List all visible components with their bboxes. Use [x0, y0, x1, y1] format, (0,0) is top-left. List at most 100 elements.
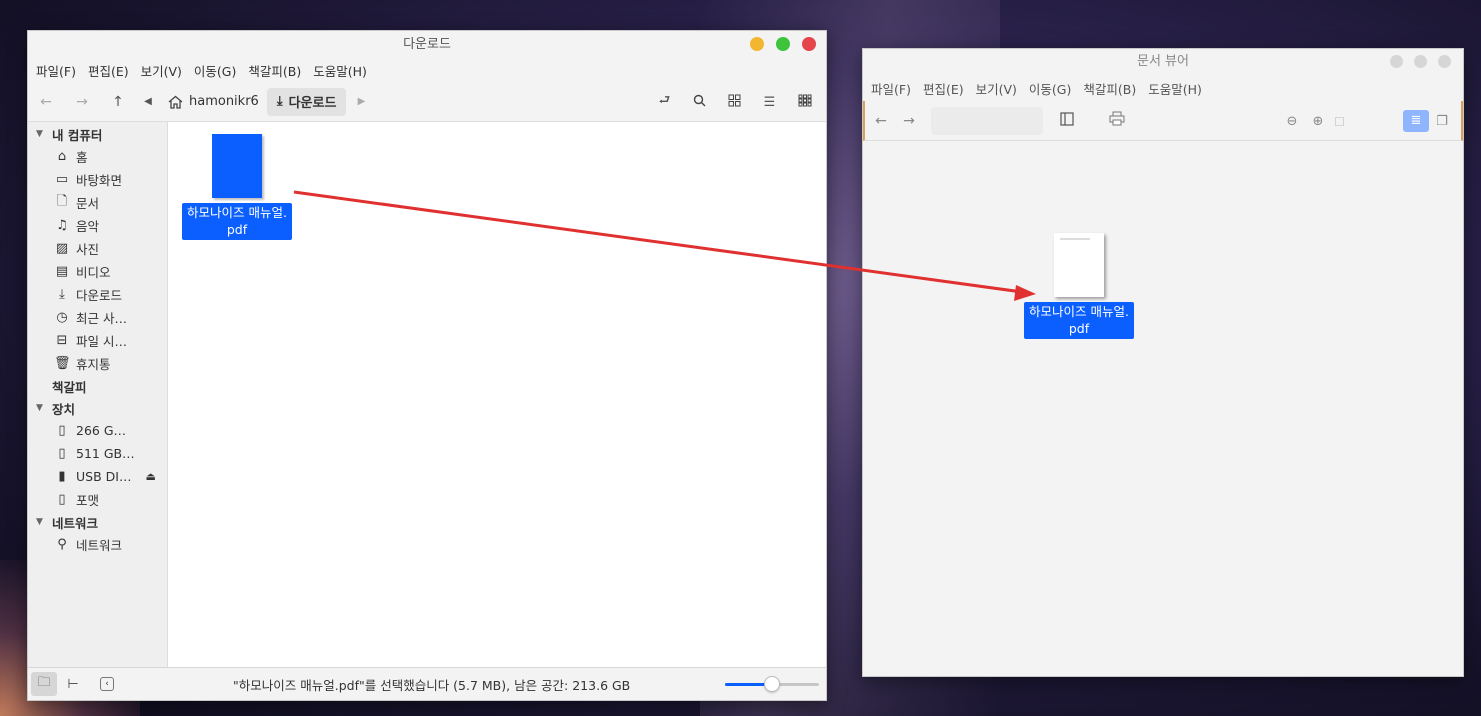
sidebar: ▼ 내 컴퓨터 ⌂ 홈 ▭ 바탕화면 🗋 문서 ♫ 음악 ▨ 사진 ▤ 비디오 … [28, 122, 168, 667]
sidebar-header-label: 장치 [52, 401, 76, 417]
print-icon[interactable] [1101, 111, 1133, 130]
close-button[interactable] [1438, 55, 1451, 68]
sidebar-item-documents[interactable]: 🗋 문서 [28, 191, 167, 214]
sidebar-section-network[interactable]: ▼ 네트워크 [28, 511, 167, 533]
sidebar-item-label: 최근 사… [76, 311, 127, 326]
sidebar-toggle-icon[interactable] [1051, 111, 1083, 130]
next-page-icon[interactable]: → [895, 113, 923, 129]
breadcrumb-current-label: 다운로드 [288, 96, 337, 111]
menu-file[interactable]: 파일(F) [865, 79, 917, 98]
icon-view-icon[interactable] [717, 94, 752, 111]
statusbar: 🗀 ⊢ ‹ "하모나이즈 매뉴얼.pdf"를 선택했습니다 (5.7 MB), … [28, 667, 826, 700]
file-manager-titlebar[interactable]: 다운로드 [28, 31, 826, 58]
sidebar-item-device-format[interactable]: ▯ 포맷 [28, 488, 167, 511]
menu-view[interactable]: 보기(V) [135, 61, 188, 80]
file-manager-toolbar: ← → ↑ ◀ hamonikr6 ⤓ 다운로드 ▶ ⮐ ☰ [28, 82, 826, 122]
sidebar-item-label: 홈 [76, 150, 88, 165]
close-button[interactable] [802, 37, 816, 51]
maximize-button[interactable] [1414, 55, 1427, 68]
sidebar-item-home[interactable]: ⌂ 홈 [28, 145, 167, 168]
sidebar-item-recent[interactable]: ◷ 최근 사… [28, 306, 167, 329]
sidebar-item-network[interactable]: ⚲ 네트워크 [28, 533, 167, 556]
zoom-in-icon[interactable]: ⊕ [1305, 114, 1331, 129]
search-icon[interactable] [682, 94, 717, 111]
document-viewer-toolbar: ← → ⊖ ⊕ ⃞ ≣ ❐ [863, 101, 1463, 141]
file-view[interactable]: 하모나이즈 매뉴얼. pdf [168, 122, 826, 667]
up-arrow-icon[interactable]: ↑ [100, 94, 136, 110]
home-icon [168, 95, 183, 109]
sidebar-item-device-2[interactable]: ▯ 511 GB… [28, 442, 167, 465]
actual-size-icon[interactable]: ⃞ [1331, 115, 1357, 128]
drive-icon: ▯ [58, 446, 66, 461]
compact-view-icon[interactable] [787, 94, 822, 111]
sidebar-item-label: 포맷 [76, 493, 100, 508]
breadcrumb-home[interactable]: hamonikr6 [160, 94, 267, 109]
sidebar-item-label: 511 GB… [76, 446, 135, 461]
document-area[interactable]: 하모나이즈 매뉴얼. pdf [863, 142, 1463, 676]
download-icon: ⤓ [276, 94, 283, 109]
menu-help[interactable]: 도움말(H) [307, 61, 373, 80]
sidebar-item-filesystem[interactable]: ⊟ 파일 시… [28, 329, 167, 352]
sidebar-item-usb[interactable]: ▮ USB DI… ⏏ [28, 465, 167, 488]
previous-page-icon[interactable]: ← [867, 113, 895, 129]
menu-help[interactable]: 도움말(H) [1142, 79, 1208, 98]
sidebar-header-label: 네트워크 [52, 515, 99, 531]
back-arrow-icon[interactable]: ← [28, 94, 64, 110]
sidebar-item-label: 파일 시… [76, 334, 127, 349]
document-viewer-window: 문서 뷰어 파일(F) 편집(E) 보기(V) 이동(G) 책갈피(B) 도움말… [862, 48, 1464, 677]
sidebar-section-computer[interactable]: ▼ 내 컴퓨터 [28, 123, 167, 145]
sidebar-item-music[interactable]: ♫ 음악 [28, 214, 167, 237]
document-viewer-titlebar[interactable]: 문서 뷰어 [863, 49, 1463, 75]
home-icon: ⌂ [57, 149, 67, 164]
drive-icon: ▯ [58, 423, 66, 438]
breadcrumb-current[interactable]: ⤓ 다운로드 [266, 87, 347, 116]
file-item[interactable]: 하모나이즈 매뉴얼. pdf [182, 134, 292, 240]
sidebar-section-bookmarks[interactable]: 책갈피 [28, 375, 167, 397]
desktop-icon: ▭ [55, 172, 69, 187]
usb-icon: ▮ [58, 469, 66, 484]
zoom-slider-handle[interactable] [764, 676, 780, 692]
menu-edit[interactable]: 편집(E) [82, 61, 135, 80]
sidebar-item-downloads[interactable]: ⤓ 다운로드 [28, 283, 167, 306]
recent-icon: ◷ [56, 310, 68, 325]
tree-pane-icon[interactable]: ⊢ [60, 672, 86, 696]
zoom-out-icon[interactable]: ⊖ [1279, 114, 1305, 129]
hide-sidebar-icon[interactable]: ‹ [100, 677, 114, 691]
toggle-location-icon[interactable]: ⮐ [647, 91, 682, 113]
minimize-button[interactable] [750, 37, 764, 51]
pdf-file-icon [212, 134, 262, 198]
sidebar-item-device-1[interactable]: ▯ 266 G… [28, 419, 167, 442]
menu-go[interactable]: 이동(G) [188, 61, 242, 80]
sidebar-item-label: 바탕화면 [76, 173, 123, 188]
sidebar-item-trash[interactable]: 🗑 휴지통 [28, 352, 167, 375]
menu-bookmarks[interactable]: 책갈피(B) [1077, 79, 1142, 98]
maximize-button[interactable] [776, 37, 790, 51]
menu-edit[interactable]: 편집(E) [917, 79, 970, 98]
expand-triangle-icon: ▼ [36, 129, 43, 139]
download-icon: ⤓ [59, 287, 65, 302]
window-title: 문서 뷰어 [1137, 54, 1189, 69]
continuous-mode-icon[interactable]: ≣ [1403, 110, 1429, 132]
minimize-button[interactable] [1390, 55, 1403, 68]
sidebar-section-devices[interactable]: ▼ 장치 [28, 397, 167, 419]
menu-file[interactable]: 파일(F) [30, 61, 82, 80]
path-right-icon[interactable]: ▶ [346, 96, 376, 107]
forward-arrow-icon[interactable]: → [64, 94, 100, 110]
page-number-field[interactable] [931, 106, 1043, 135]
sidebar-item-desktop[interactable]: ▭ 바탕화면 [28, 168, 167, 191]
window-title: 다운로드 [403, 37, 451, 52]
menu-bookmarks[interactable]: 책갈피(B) [242, 61, 307, 80]
sidebar-item-videos[interactable]: ▤ 비디오 [28, 260, 167, 283]
sidebar-item-pictures[interactable]: ▨ 사진 [28, 237, 167, 260]
music-icon: ♫ [56, 218, 68, 233]
path-left-icon[interactable]: ◀ [136, 96, 160, 107]
dual-page-icon[interactable]: ❐ [1429, 114, 1455, 129]
file-name-label: 하모나이즈 매뉴얼. pdf [182, 203, 292, 240]
list-view-icon[interactable]: ☰ [752, 95, 787, 110]
breadcrumb-home-label: hamonikr6 [189, 94, 259, 109]
menu-go[interactable]: 이동(G) [1023, 79, 1077, 98]
places-pane-icon[interactable]: 🗀 [31, 672, 57, 696]
eject-icon[interactable]: ⏏ [145, 470, 155, 483]
zoom-slider[interactable] [725, 676, 819, 692]
menu-view[interactable]: 보기(V) [970, 79, 1023, 98]
